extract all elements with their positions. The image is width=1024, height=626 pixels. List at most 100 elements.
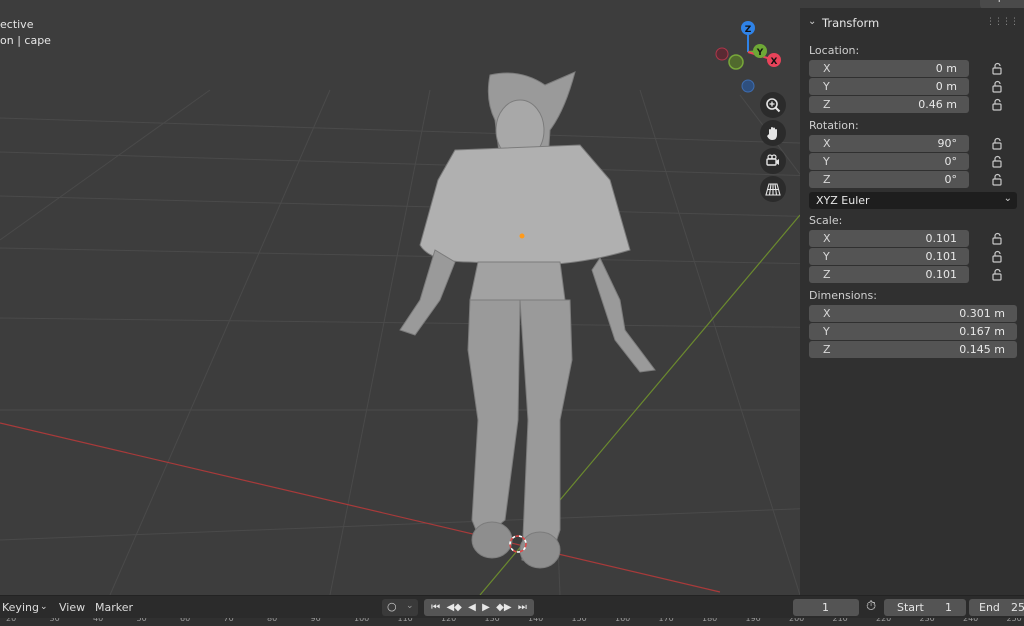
field-value: 0.101 xyxy=(925,268,958,281)
camera-icon[interactable] xyxy=(760,148,786,174)
marker-menu[interactable]: Marker xyxy=(95,601,133,614)
start-value: 1 xyxy=(945,601,952,614)
record-icon: ○ xyxy=(387,600,397,613)
axis-label: Y xyxy=(823,155,830,168)
location-label: Location: xyxy=(809,44,860,57)
axis-label: X xyxy=(823,137,831,150)
dimensions-z-field[interactable]: Z 0.145 m xyxy=(809,341,1017,358)
field-value: 0.101 xyxy=(925,250,958,263)
axis-label: X xyxy=(823,62,831,75)
lock-icon[interactable] xyxy=(990,268,1004,282)
keying-menu[interactable]: Keying xyxy=(2,601,39,614)
rotation-label: Rotation: xyxy=(809,119,859,132)
chevron-down-icon: ⌄ xyxy=(406,601,414,611)
lock-icon[interactable] xyxy=(990,80,1004,94)
origin-point xyxy=(519,233,525,239)
ruler-tick-label: 180 xyxy=(702,618,718,623)
scale-x-field[interactable]: X 0.101 xyxy=(809,230,969,247)
jump-start-icon[interactable]: ⏮ xyxy=(431,602,440,613)
rotation-z-field[interactable]: Z 0° xyxy=(809,171,969,188)
panel-title: Transform xyxy=(822,16,880,30)
timeline-header: Keying ⌄ View Marker ○ ⌄ ⏮ ◀◆ ◀ ▶ ◆▶ ⏭ 1… xyxy=(0,595,1024,619)
prev-keyframe-icon[interactable]: ◀◆ xyxy=(446,602,461,613)
ruler-tick-label: 140 xyxy=(528,618,544,623)
field-value: 0.301 m xyxy=(959,307,1005,320)
chevron-down-icon[interactable]: ⌄ xyxy=(40,602,48,612)
x-axis-line xyxy=(0,422,721,593)
rotation-y-field[interactable]: Y 0° xyxy=(809,153,969,170)
start-label: Start xyxy=(897,601,924,614)
transform-header[interactable]: ⌄ Transform ⋮⋮⋮⋮ xyxy=(800,14,1024,32)
play-icon[interactable]: ▶ xyxy=(482,602,490,613)
axis-label: X xyxy=(823,307,831,320)
axis-label: Y xyxy=(823,250,830,263)
ruler-tick-label: 230 xyxy=(919,618,935,623)
ruler-tick-label: 100 xyxy=(354,618,370,623)
lock-icon[interactable] xyxy=(990,137,1004,151)
lock-icon[interactable] xyxy=(990,250,1004,264)
jump-end-icon[interactable]: ⏭ xyxy=(518,602,527,613)
ruler-tick-label: 170 xyxy=(658,618,674,623)
rotation-mode-dropdown[interactable]: XYZ Euler ⌄ xyxy=(809,192,1017,209)
timeline-ruler[interactable]: 20 30 40 50 60 70 80 90 100 110 120 130 140 150 160 170… xyxy=(0,618,1024,626)
location-z-field[interactable]: Z 0.46 m xyxy=(809,96,969,113)
field-value: 0° xyxy=(944,155,958,168)
axis-label: Z xyxy=(823,268,831,281)
field-value: 0.46 m xyxy=(918,98,957,111)
next-keyframe-icon[interactable]: ◆▶ xyxy=(496,602,511,613)
ruler-tick-label: 80 xyxy=(267,618,278,623)
ruler-tick-label: 130 xyxy=(484,618,500,623)
grid-perspective-icon[interactable] xyxy=(760,176,786,202)
field-value: 0 m xyxy=(935,80,957,93)
end-value: 25 xyxy=(1011,601,1024,614)
current-frame-field[interactable]: 1 xyxy=(793,599,859,616)
location-x-field[interactable]: X 0 m xyxy=(809,60,969,77)
ruler-tick-label: 70 xyxy=(223,618,234,623)
axis-label: Y xyxy=(823,80,830,93)
ruler-tick-label: 250 xyxy=(1006,618,1022,623)
axis-label: Z xyxy=(823,343,831,356)
ruler-tick-label: 30 xyxy=(49,618,60,623)
start-frame-field[interactable]: Start 1 xyxy=(884,599,966,616)
chevron-down-icon: ⌄ xyxy=(808,16,817,27)
axis-label: X xyxy=(823,232,831,245)
lock-icon[interactable] xyxy=(990,62,1004,76)
gizmo-y-label: Y xyxy=(756,48,764,58)
play-reverse-icon[interactable]: ◀ xyxy=(468,602,476,613)
character-model xyxy=(399,71,656,569)
ruler-tick-label: 120 xyxy=(441,618,457,623)
lock-icon[interactable] xyxy=(990,173,1004,187)
drag-grip-icon[interactable]: ⋮⋮⋮⋮ xyxy=(986,17,1019,27)
navigation-gizmo[interactable]: Z Y X xyxy=(708,14,788,96)
dimensions-label: Dimensions: xyxy=(809,289,877,302)
dimensions-y-field[interactable]: Y 0.167 m xyxy=(809,323,1017,340)
axis-label: Z xyxy=(823,98,831,111)
scale-y-field[interactable]: Y 0.101 xyxy=(809,248,969,265)
viewport-mode-text: ective xyxy=(0,18,34,31)
ruler-tick-label: 210 xyxy=(832,618,848,623)
lock-icon[interactable] xyxy=(990,98,1004,112)
lock-icon[interactable] xyxy=(990,155,1004,169)
field-value: 0.101 xyxy=(925,232,958,245)
hand-pan-icon[interactable] xyxy=(760,120,786,146)
auto-keying-toggle[interactable]: ○ ⌄ xyxy=(382,599,418,616)
chevron-down-icon: ⌄ xyxy=(1003,193,1012,204)
ruler-tick-label: 220 xyxy=(876,618,892,623)
playback-controls: ⏮ ◀◆ ◀ ▶ ◆▶ ⏭ xyxy=(424,599,534,616)
gizmo-x-label: X xyxy=(771,57,778,67)
ruler-tick-label: 160 xyxy=(615,618,631,623)
lock-icon[interactable] xyxy=(990,232,1004,246)
rotation-x-field[interactable]: X 90° xyxy=(809,135,969,152)
current-frame-value: 1 xyxy=(822,601,829,614)
scale-z-field[interactable]: Z 0.101 xyxy=(809,266,969,283)
end-frame-field[interactable]: End 25 xyxy=(969,599,1024,616)
dimensions-x-field[interactable]: X 0.301 m xyxy=(809,305,1017,322)
view-menu[interactable]: View xyxy=(59,601,85,614)
field-value: 90° xyxy=(937,137,958,150)
field-value: 0 m xyxy=(935,62,957,75)
ruler-tick-label: 190 xyxy=(745,618,761,623)
zoom-icon[interactable] xyxy=(760,92,786,118)
stopwatch-icon[interactable]: ⏱ xyxy=(866,599,876,614)
location-y-field[interactable]: Y 0 m xyxy=(809,78,969,95)
field-value: 0.145 m xyxy=(959,343,1005,356)
